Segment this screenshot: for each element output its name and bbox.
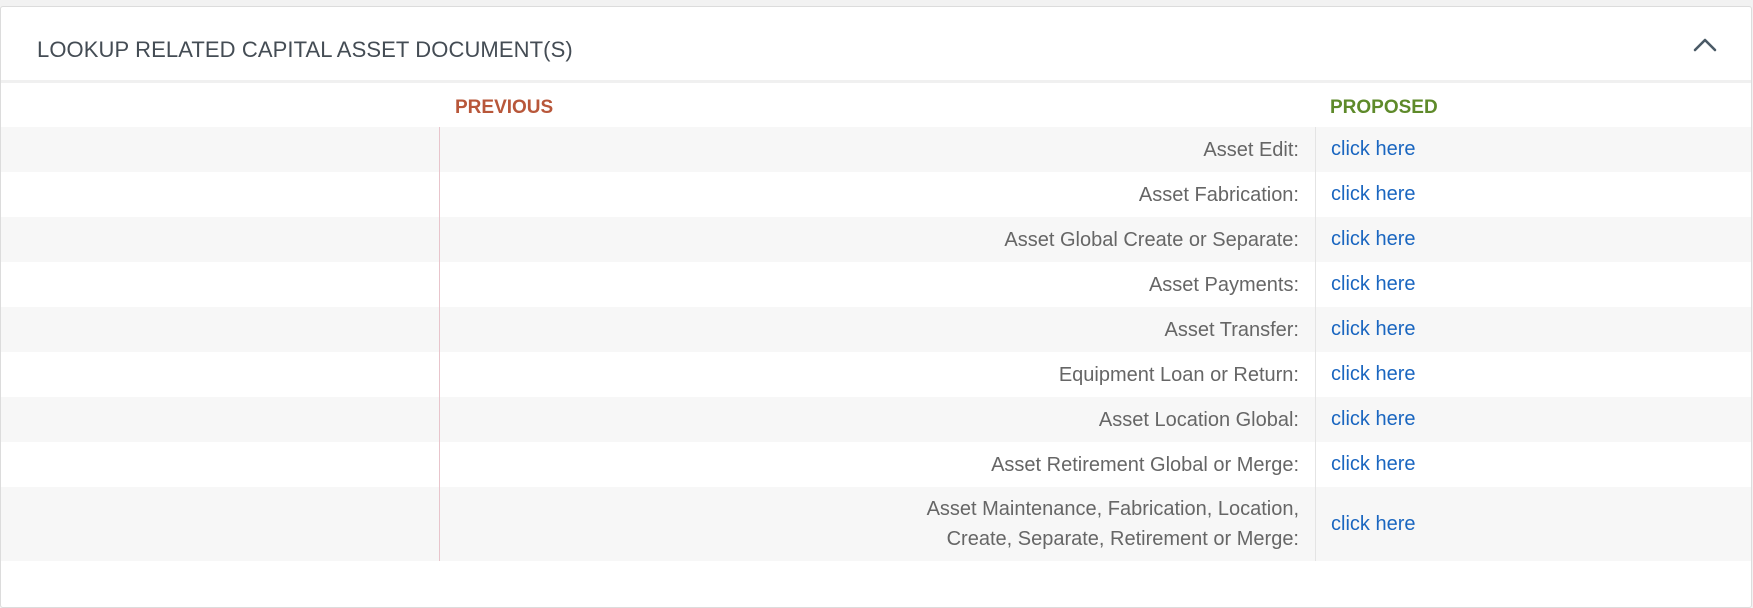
link-cell: click here [1316,127,1751,172]
row-label: Asset Fabrication: [440,172,1316,217]
row-label: Asset Edit: [440,127,1316,172]
link-cell: click here [1316,262,1751,307]
row-label-line-1: Asset Maintenance, Fabrication, Location… [926,498,1299,520]
row-label: Asset Maintenance, Fabrication, Location… [440,487,1316,561]
asset-transfer-link[interactable]: click here [1331,318,1415,341]
related-documents-panel: LOOKUP RELATED CAPITAL ASSET DOCUMENT(S)… [0,6,1752,608]
previous-cell [1,172,440,217]
asset-payments-link[interactable]: click here [1331,273,1415,296]
link-cell: click here [1316,307,1751,352]
row-label: Asset Payments: [440,262,1316,307]
previous-column-header: PREVIOUS [455,97,554,118]
document-rows: Asset Edit: click here Asset Fabrication… [1,127,1751,561]
table-row: Equipment Loan or Return: click here [1,352,1751,397]
link-cell: click here [1316,487,1751,561]
table-row: Asset Edit: click here [1,127,1751,172]
previous-cell [1,442,440,487]
table-row: Asset Fabrication: click here [1,172,1751,217]
table-row: Asset Transfer: click here [1,307,1751,352]
asset-location-global-link[interactable]: click here [1331,408,1415,431]
previous-cell [1,307,440,352]
row-label: Asset Transfer: [440,307,1316,352]
asset-edit-link[interactable]: click here [1331,138,1415,161]
table-row: Asset Retirement Global or Merge: click … [1,442,1751,487]
row-label: Asset Global Create or Separate: [440,217,1316,262]
proposed-column-header: PROPOSED [1330,97,1438,118]
link-cell: click here [1316,397,1751,442]
previous-cell [1,487,440,561]
table-row: Asset Global Create or Separate: click h… [1,217,1751,262]
chevron-up-icon[interactable] [1691,35,1719,55]
link-cell: click here [1316,442,1751,487]
column-headers: PREVIOUS PROPOSED [1,83,1751,127]
row-label: Asset Location Global: [440,397,1316,442]
row-label: Asset Retirement Global or Merge: [440,442,1316,487]
panel-title: LOOKUP RELATED CAPITAL ASSET DOCUMENT(S) [37,37,573,62]
previous-cell [1,397,440,442]
link-cell: click here [1316,217,1751,262]
panel-header[interactable]: LOOKUP RELATED CAPITAL ASSET DOCUMENT(S) [1,7,1751,83]
previous-cell [1,262,440,307]
table-row: Asset Location Global: click here [1,397,1751,442]
row-label-line-2: Create, Separate, Retirement or Merge: [946,528,1299,550]
asset-fabrication-link[interactable]: click here [1331,183,1415,206]
asset-global-create-link[interactable]: click here [1331,228,1415,251]
equipment-loan-link[interactable]: click here [1331,363,1415,386]
previous-cell [1,127,440,172]
table-row: Asset Maintenance, Fabrication, Location… [1,487,1751,561]
link-cell: click here [1316,352,1751,397]
row-label: Equipment Loan or Return: [440,352,1316,397]
link-cell: click here [1316,172,1751,217]
asset-maintenance-link[interactable]: click here [1331,513,1415,536]
previous-cell [1,352,440,397]
previous-cell [1,217,440,262]
table-row: Asset Payments: click here [1,262,1751,307]
asset-retirement-link[interactable]: click here [1331,453,1415,476]
